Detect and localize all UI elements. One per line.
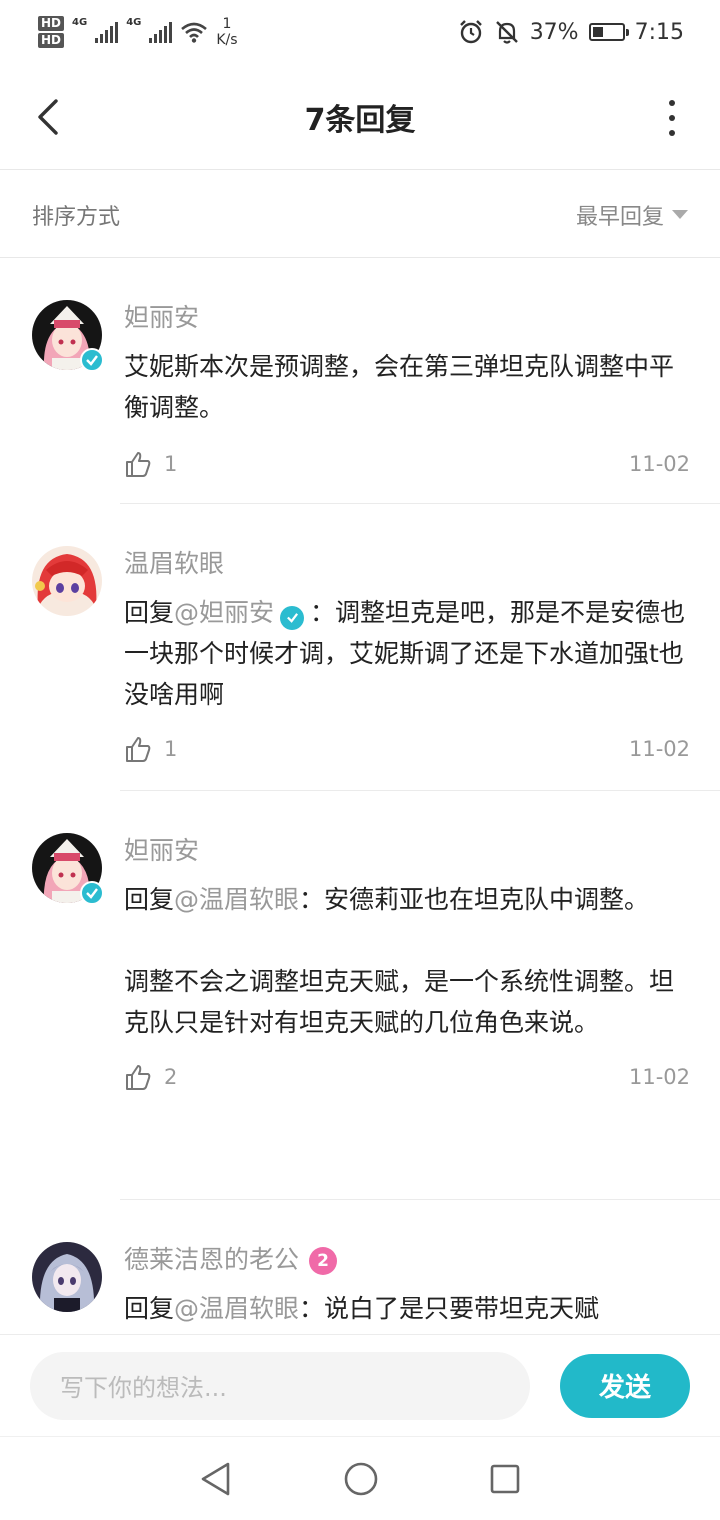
reply-text: 回复@妲丽安 ：调整坦克是吧，那是不是安德也一块那个时候才调，艾妮斯调了还是下水道…: [124, 592, 690, 715]
reply-input-bar: 写下你的想法... 发送: [0, 1334, 720, 1436]
reply-body: 温眉软眼 回复@妲丽安 ：调整坦克是吧，那是不是安德也一块那个时候才调，艾妮斯调了…: [124, 504, 690, 763]
clock: 7:15: [634, 19, 684, 45]
reply-text: 回复@温眉软眼：安德莉亚也在坦克队中调整。 调整不会之调整坦克天赋，是一个系统性…: [124, 879, 690, 1043]
reply-author[interactable]: 德莱洁恩的老公: [124, 1245, 299, 1274]
reply-prefix: 回复: [124, 885, 175, 914]
hd-badge-1: HD: [38, 16, 65, 31]
wifi-icon: [181, 22, 208, 43]
nav-home-icon[interactable]: [343, 1461, 379, 1497]
reply-list: 妲丽安 艾妮斯本次是预调整，会在第三弹坦克队调整中平衡调整。 1 11-02 温…: [0, 258, 720, 1334]
sort-label: 排序方式: [32, 204, 121, 230]
sort-dropdown[interactable]: 最早回复: [576, 199, 688, 231]
reply-mention[interactable]: @妲丽安: [174, 598, 274, 627]
reply-content: ：安德莉亚也在坦克队中调整。: [299, 885, 650, 914]
speed-unit: K/s: [216, 32, 238, 48]
like-button[interactable]: 1: [124, 735, 177, 763]
hd-indicators: HD HD: [38, 16, 65, 48]
reply-meta: 1 11-02: [124, 735, 690, 763]
sort-bar: 排序方式 最早回复: [0, 172, 720, 258]
back-arrow-icon: [38, 99, 58, 135]
reply-author-row: 德莱洁恩的老公 2: [124, 1244, 690, 1276]
back-button[interactable]: [26, 92, 70, 142]
network-speed: 1 K/s: [216, 16, 237, 48]
reply-item: 温眉软眼 回复@妲丽安 ：调整坦克是吧，那是不是安德也一块那个时候才调，艾妮斯调了…: [0, 504, 720, 791]
hd-badge-2: HD: [38, 33, 65, 48]
reply-item: 妲丽安 艾妮斯本次是预调整，会在第三弹坦克队调整中平衡调整。 1 11-02: [0, 258, 720, 504]
level-badge: 2: [309, 1247, 338, 1275]
status-bar: HD HD 4G 4G 1 K/s 37% 7:15: [0, 0, 720, 64]
reply-mention[interactable]: @温眉软眼: [174, 1294, 299, 1323]
reply-input[interactable]: 写下你的想法...: [30, 1351, 530, 1420]
reply-prefix: 回复: [124, 1294, 175, 1323]
reply-text: 回复@温眉软眼：说白了是只要带坦克天赋: [124, 1288, 690, 1329]
battery-level: [592, 27, 603, 37]
verified-icon: [280, 605, 305, 630]
reply-author[interactable]: 温眉软眼: [124, 548, 690, 580]
like-button[interactable]: 2: [124, 1063, 177, 1091]
system-nav-bar: [0, 1436, 720, 1520]
battery-percent: 37%: [529, 19, 579, 45]
reply-body: 妲丽安 艾妮斯本次是预调整，会在第三弹坦克队调整中平衡调整。 1 11-02: [124, 258, 690, 478]
reply-date: 11-02: [628, 452, 690, 476]
reply-text: 艾妮斯本次是预调整，会在第三弹坦克队调整中平衡调整。: [124, 346, 690, 428]
reply-author[interactable]: 妲丽安: [124, 835, 690, 867]
more-vertical-icon: [669, 100, 675, 106]
nav-back-icon[interactable]: [199, 1461, 233, 1497]
like-count: 1: [164, 452, 178, 476]
battery-icon: [588, 23, 629, 41]
sort-dropdown-icon: [672, 210, 688, 219]
mute-bell-icon: [495, 21, 518, 44]
app-header: 7条回复: [0, 64, 720, 170]
thumbs-up-icon: [126, 1065, 151, 1090]
network-type-2: 4G: [126, 17, 142, 28]
signal-icon: [149, 21, 173, 43]
status-right: 37% 7:15: [458, 19, 684, 45]
more-options-button[interactable]: [662, 100, 682, 136]
reply-prefix: 回复: [124, 598, 175, 627]
like-count: 2: [164, 1065, 178, 1089]
avatar[interactable]: [32, 546, 102, 616]
status-left: HD HD 4G 4G 1 K/s: [38, 16, 238, 48]
nav-recent-icon[interactable]: [489, 1463, 521, 1495]
reply-body: 德莱洁恩的老公 2 回复@温眉软眼：说白了是只要带坦克天赋: [124, 1200, 690, 1329]
reply-mention[interactable]: @温眉软眼: [174, 885, 299, 914]
reply-body: 妲丽安 回复@温眉软眼：安德莉亚也在坦克队中调整。 调整不会之调整坦克天赋，是一…: [124, 791, 690, 1091]
network-type-1: 4G: [72, 17, 88, 28]
signal-icon: [95, 21, 119, 43]
reply-content: ：说白了是只要带坦克天赋: [299, 1294, 600, 1323]
alarm-icon: [459, 20, 482, 44]
reply-date: 11-02: [628, 737, 690, 761]
reply-content-paragraph: 调整不会之调整坦克天赋，是一个系统性调整。坦克队只是针对有坦克天赋的几位角色来说…: [124, 967, 675, 1037]
like-button[interactable]: 1: [124, 450, 177, 478]
reply-author[interactable]: 妲丽安: [124, 302, 690, 334]
reply-item: 妲丽安 回复@温眉软眼：安德莉亚也在坦克队中调整。 调整不会之调整坦克天赋，是一…: [0, 791, 720, 1200]
like-count: 1: [164, 737, 178, 761]
page-title: 7条回复: [304, 102, 416, 138]
reply-meta: 1 11-02: [124, 450, 690, 478]
send-button[interactable]: 发送: [560, 1353, 690, 1418]
avatar[interactable]: [32, 1242, 102, 1312]
reply-meta: 2 11-02: [124, 1063, 690, 1091]
thumbs-up-icon: [126, 737, 151, 762]
verified-icon: [80, 881, 104, 905]
thumbs-up-icon: [126, 452, 151, 477]
reply-date: 11-02: [628, 1065, 690, 1089]
verified-icon: [80, 348, 104, 372]
reply-content: 艾妮斯本次是预调整，会在第三弹坦克队调整中平衡调整。: [124, 352, 675, 422]
speed-value: 1: [222, 16, 232, 32]
sort-selected-value: 最早回复: [575, 204, 664, 230]
reply-item: 德莱洁恩的老公 2 回复@温眉软眼：说白了是只要带坦克天赋: [0, 1200, 720, 1334]
